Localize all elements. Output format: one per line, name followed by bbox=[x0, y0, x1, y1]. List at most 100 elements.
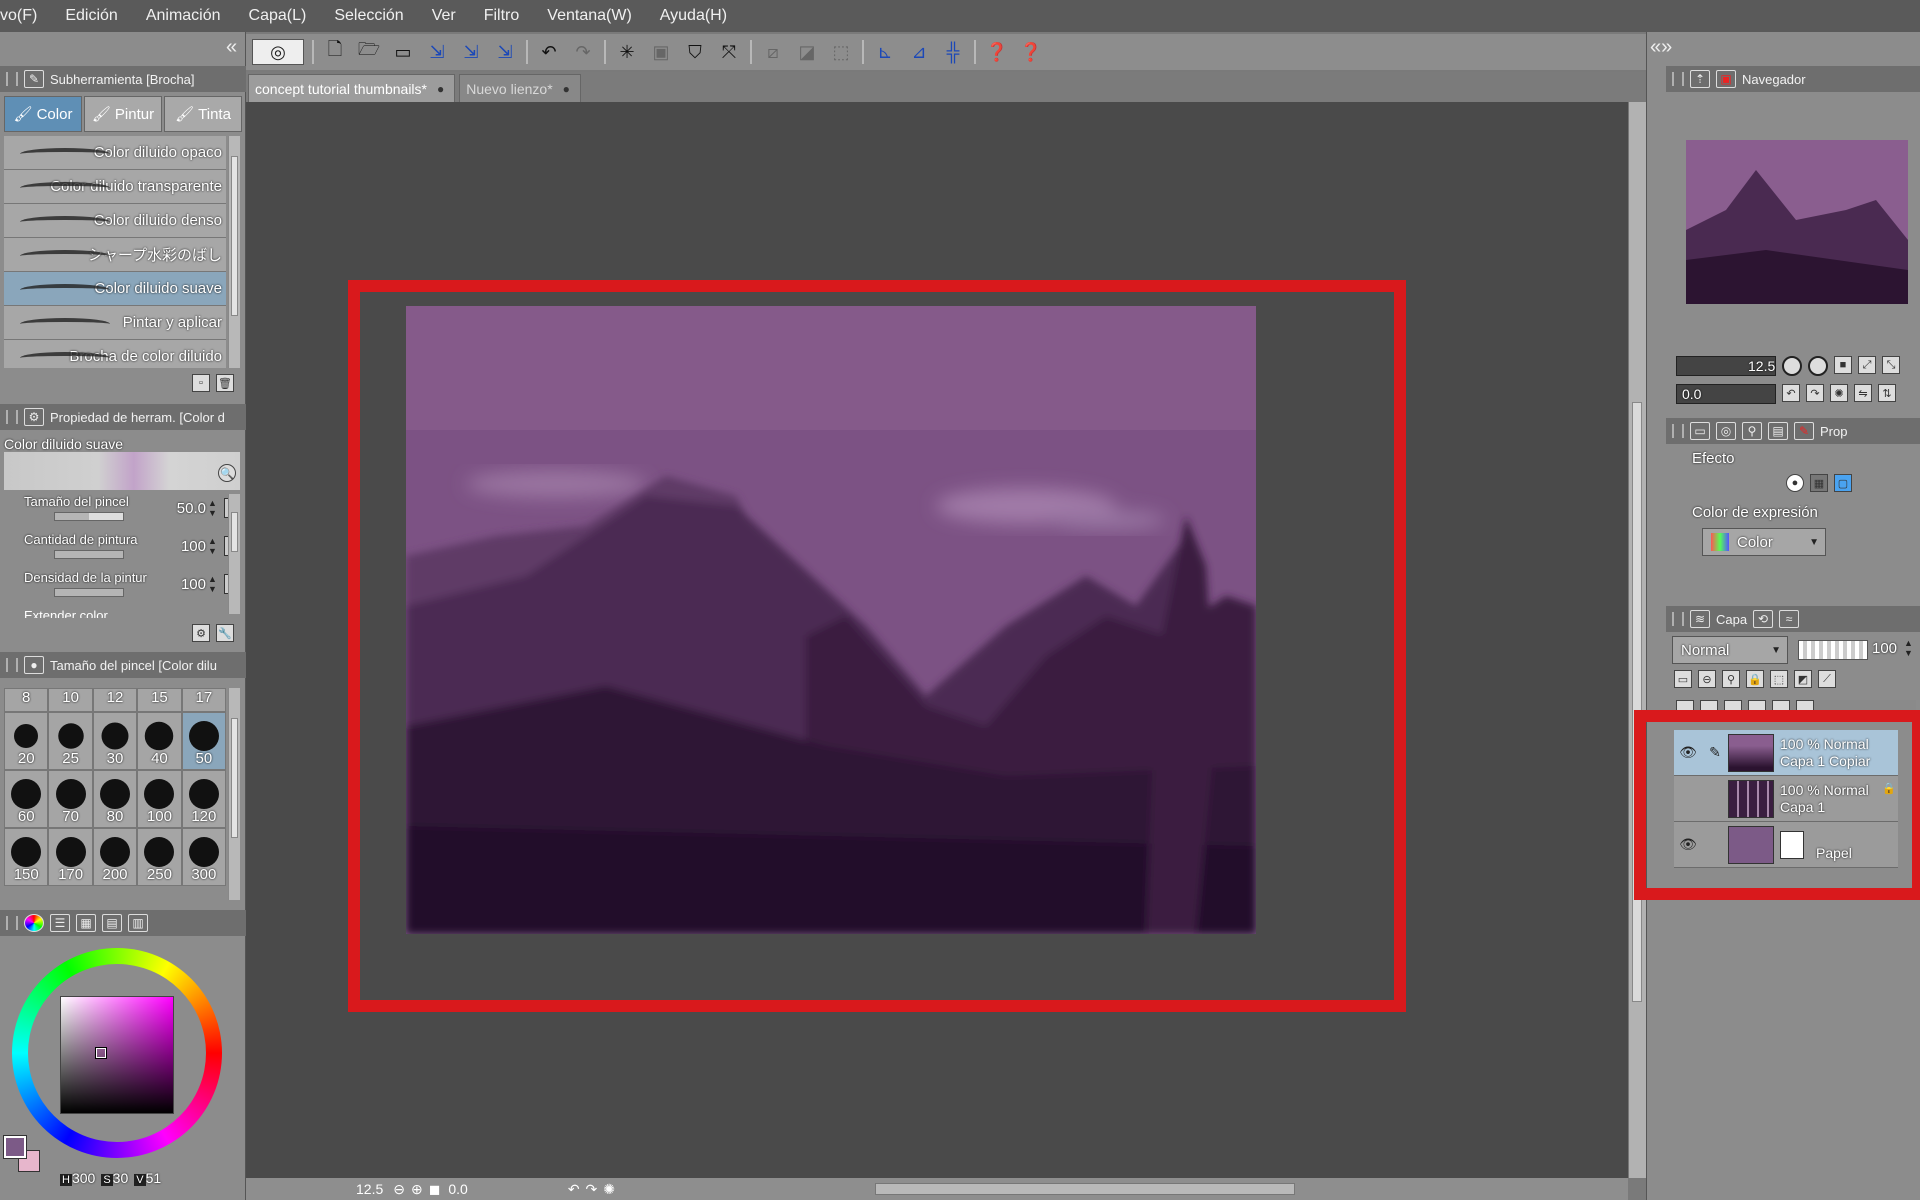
list-item[interactable]: Color diluido opaco bbox=[4, 136, 226, 170]
scroll-thumb[interactable] bbox=[231, 156, 238, 316]
size-cell[interactable]: 12 bbox=[92, 688, 138, 712]
size-cell[interactable]: 300 bbox=[181, 828, 227, 886]
navigator-preview[interactable] bbox=[1686, 140, 1908, 304]
spinner-arrows-icon[interactable]: ▲ ▼ bbox=[208, 574, 217, 594]
rotation-value[interactable]: 0.0 bbox=[448, 1181, 467, 1197]
snap-special-ruler-icon[interactable]: ⊿ bbox=[906, 40, 932, 64]
brush-size-slider[interactable] bbox=[54, 512, 124, 521]
invert-selection-icon[interactable]: ◪ bbox=[794, 40, 820, 64]
size-cell[interactable]: 170 bbox=[48, 828, 93, 886]
size-cell[interactable]: 40 bbox=[137, 712, 182, 770]
animation-cels-tab-icon[interactable]: ⟲ bbox=[1753, 610, 1774, 628]
save-icon[interactable]: ▭ bbox=[390, 40, 416, 64]
horizontal-scrollbar[interactable] bbox=[875, 1183, 1296, 1195]
list-item[interactable]: Color diluido denso bbox=[4, 204, 226, 238]
size-cell[interactable]: 15 bbox=[137, 688, 182, 712]
tool-tab-icon[interactable]: ⚲ bbox=[1742, 422, 1762, 440]
clear-icon[interactable]: ✳ bbox=[614, 40, 640, 64]
mask-enable-icon[interactable]: ◩ bbox=[1794, 670, 1812, 688]
size-cell[interactable]: 60 bbox=[4, 770, 49, 828]
zoom-out-icon[interactable]: ⊖ bbox=[393, 1181, 405, 1198]
export-icon[interactable]: ⇲ bbox=[424, 40, 450, 64]
size-cell[interactable]: 20 bbox=[4, 712, 49, 770]
spinner-arrows-icon[interactable]: ▲ ▼ bbox=[1904, 638, 1913, 658]
close-tab-icon[interactable]: ● bbox=[563, 82, 570, 96]
scroll-thumb[interactable] bbox=[231, 512, 238, 552]
fit-screen-icon[interactable]: ⤢ bbox=[1858, 356, 1876, 374]
opacity-slider[interactable] bbox=[1798, 640, 1868, 660]
color-picker-cursor[interactable] bbox=[95, 1047, 107, 1059]
menu-selection[interactable]: Selección bbox=[320, 0, 417, 32]
layer-property-tab-icon[interactable]: ▭ bbox=[1690, 422, 1710, 440]
rotate-left-icon[interactable]: ↶ bbox=[568, 1181, 580, 1198]
size-cell[interactable]: 80 bbox=[92, 770, 138, 828]
canvas-vertical-scrollbar[interactable] bbox=[1628, 102, 1646, 1178]
color-wheel-tab-icon[interactable] bbox=[24, 914, 44, 932]
lock-layer-icon[interactable]: 🔒 bbox=[1746, 670, 1764, 688]
panel-menu-icon[interactable] bbox=[6, 72, 18, 86]
size-cell[interactable]: 100 bbox=[137, 770, 182, 828]
subtool-tab-color[interactable]: 🖌 Color bbox=[4, 96, 82, 132]
collapse-left-icon[interactable]: « bbox=[226, 36, 237, 59]
export-2-icon[interactable]: ⇲ bbox=[458, 40, 484, 64]
trash-icon[interactable]: 🗑 bbox=[216, 374, 234, 392]
close-tab-icon[interactable]: ● bbox=[437, 82, 444, 96]
export-3-icon[interactable]: ⇲ bbox=[492, 40, 518, 64]
undo-icon[interactable]: ↶ bbox=[536, 40, 562, 64]
help-2-icon[interactable]: ❓ bbox=[1018, 40, 1044, 64]
blend-mode-dropdown[interactable]: Normal ▼ bbox=[1672, 636, 1788, 664]
settings-gear-icon[interactable]: ⚙ bbox=[192, 624, 210, 642]
color-wheel[interactable] bbox=[12, 948, 222, 1158]
brush-list-scrollbar[interactable] bbox=[228, 136, 240, 368]
list-item-selected[interactable]: Color diluido suave bbox=[4, 272, 226, 306]
paint-amount-slider[interactable] bbox=[54, 550, 124, 559]
flip-horizontal-icon[interactable]: ⇋ bbox=[1854, 384, 1872, 402]
spinner-arrows-icon[interactable]: ▲ ▼ bbox=[208, 498, 217, 518]
expression-color-dropdown[interactable]: Color ▼ bbox=[1702, 528, 1826, 556]
menu-filter[interactable]: Filtro bbox=[470, 0, 534, 32]
reference-layer-icon[interactable]: ⚲ bbox=[1722, 670, 1740, 688]
menu-layer[interactable]: Capa(L) bbox=[235, 0, 321, 32]
actual-size-icon[interactable]: ⤡ bbox=[1882, 356, 1900, 374]
clear-outside-icon[interactable]: ▣ bbox=[648, 40, 674, 64]
magnifier-icon[interactable]: 🔍 bbox=[218, 464, 236, 482]
redo-icon[interactable]: ↷ bbox=[570, 40, 596, 64]
new-file-icon[interactable]: 🗋 bbox=[322, 39, 348, 64]
zoom-out-icon[interactable] bbox=[1782, 356, 1802, 376]
transform-icon[interactable]: ⤧ bbox=[716, 40, 742, 64]
flip-vertical-icon[interactable]: ⇅ bbox=[1878, 384, 1896, 402]
search-layer-tab-icon[interactable]: ◎ bbox=[1716, 422, 1736, 440]
reset-rotation-icon[interactable]: ✺ bbox=[603, 1181, 615, 1198]
size-cell[interactable]: 150 bbox=[4, 828, 49, 886]
list-item[interactable]: シャープ水彩のばし bbox=[4, 238, 226, 272]
foreground-color-swatch[interactable] bbox=[3, 1135, 27, 1159]
list-item[interactable]: Pintar y aplicar bbox=[4, 306, 226, 340]
size-cell[interactable]: 250 bbox=[137, 828, 182, 886]
paint-density-value[interactable]: 100 bbox=[154, 576, 206, 593]
tab-new-canvas[interactable]: Nuevo lienzo* ● bbox=[459, 74, 581, 102]
color-set-tab-icon[interactable]: ▦ bbox=[76, 914, 96, 932]
layer-panel-title[interactable]: Capa bbox=[1716, 612, 1747, 627]
navigator-zoom-value[interactable]: 12.5 bbox=[1748, 358, 1775, 374]
size-cell[interactable]: 10 bbox=[48, 688, 93, 712]
size-cell-selected[interactable]: 50 bbox=[181, 712, 227, 770]
size-cell[interactable]: 200 bbox=[92, 828, 138, 886]
spinner-arrows-icon[interactable]: ▲ ▼ bbox=[208, 536, 217, 556]
fit-icon[interactable]: ■ bbox=[1834, 356, 1852, 374]
list-item[interactable]: Color diluido transparente bbox=[4, 170, 226, 204]
size-cell[interactable]: 120 bbox=[181, 770, 227, 828]
open-folder-icon[interactable]: 🗁 bbox=[356, 39, 382, 64]
subtool-tab-ink[interactable]: 🖌 Tinta bbox=[164, 96, 242, 132]
subtool-tab-paint[interactable]: 🖌 Pintur bbox=[84, 96, 162, 132]
panel-menu-icon[interactable] bbox=[1672, 612, 1684, 626]
fill-icon[interactable]: ⛉ bbox=[682, 40, 708, 64]
saturation-value-square[interactable] bbox=[60, 996, 174, 1114]
menu-edit[interactable]: Edición bbox=[51, 0, 131, 32]
layer-color-mode-icon[interactable]: ▭ bbox=[1674, 670, 1692, 688]
lock-transparency-icon[interactable]: ⬚ bbox=[1770, 670, 1788, 688]
paint-density-slider[interactable] bbox=[54, 588, 124, 597]
paint-amount-value[interactable]: 100 bbox=[154, 538, 206, 555]
color-slider-tab-icon[interactable]: ☰ bbox=[50, 914, 70, 932]
intermediate-color-tab-icon[interactable]: ▤ bbox=[102, 914, 122, 932]
menu-window[interactable]: Ventana(W) bbox=[533, 0, 645, 32]
